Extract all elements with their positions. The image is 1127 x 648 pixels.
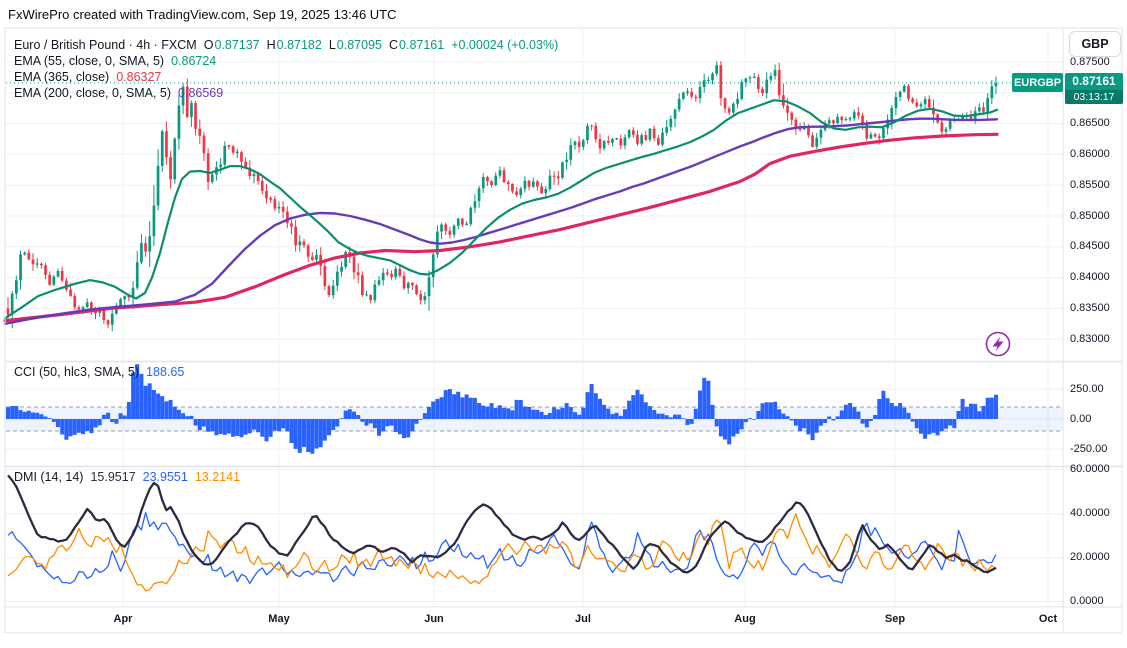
legend-dmi[interactable]: DMI (14, 14) 15.9517 23.9551 13.2141 [14, 470, 240, 484]
last-price-value: 0.87161 [1072, 73, 1116, 88]
dmi-plus-di-value: 23.9551 [142, 470, 188, 484]
dmi-axis-label: 20.0000 [1070, 551, 1110, 564]
dmi-axis-label: 40.0000 [1070, 507, 1110, 520]
legend-cci[interactable]: CCI (50, hlc3, SMA, 5) 188.65 [14, 365, 184, 379]
legend-ema365[interactable]: EMA (365, close) 0.86327 [14, 70, 161, 84]
cci-value: 188.65 [146, 365, 185, 379]
price-axis-label: 0.86000 [1070, 147, 1110, 160]
dmi-label: DMI (14, 14) [14, 470, 84, 484]
ema55-value: 0.86724 [171, 54, 217, 68]
dmi-axis-label: 60.0000 [1070, 463, 1110, 476]
bar-countdown: 03:13:17 [1065, 89, 1123, 104]
price-axis-label: 0.85000 [1070, 209, 1110, 222]
time-axis-label: Oct [1038, 613, 1058, 625]
dmi-minus-di-value: 13.2141 [194, 470, 241, 484]
legend-ema200[interactable]: EMA (200, close, 0, SMA, 5) 0.86569 [14, 86, 223, 100]
ohlc-close-value: 0.87161 [399, 38, 445, 52]
time-axis-label: Apr [113, 613, 133, 625]
currency-toggle-button[interactable]: GBP [1069, 31, 1121, 57]
dmi-adx-value: 15.9517 [90, 470, 136, 484]
ohlc-low-label: L [328, 38, 336, 52]
ohlc-open-label: O [203, 38, 214, 52]
cci-axis-label: 250.00 [1070, 382, 1104, 395]
ohlc-open-value: 0.87137 [214, 38, 260, 52]
dmi-axis-label: 0.0000 [1070, 595, 1104, 607]
ema55-label: EMA (55, close, 0, SMA, 5) [14, 54, 165, 68]
time-axis-label: May [268, 613, 290, 625]
ohlc-high-label: H [266, 38, 276, 52]
ohlc-low-value: 0.87095 [336, 38, 382, 52]
time-axis-label: Jun [424, 613, 444, 625]
last-price-box: 0.87161 03:13:17 [1065, 72, 1123, 104]
price-axis-label: 0.86500 [1070, 117, 1110, 130]
change-value: +0.00024 (+0.03%) [451, 38, 559, 52]
time-axis-label: Sep [884, 613, 906, 625]
price-axis-label: 0.83000 [1070, 332, 1110, 345]
cci-label: CCI (50, hlc3, SMA, 5) [14, 365, 140, 379]
ema200-label: EMA (200, close, 0, SMA, 5) [14, 86, 172, 100]
price-axis-label: 0.83500 [1070, 301, 1110, 314]
price-axis-label: 0.84000 [1070, 271, 1110, 284]
price-axis-label: 0.87500 [1070, 55, 1110, 68]
symbol-title: Euro / British Pound · 4h · FXCM [14, 38, 197, 52]
ohlc-close-label: C [388, 38, 399, 52]
legend-ema55[interactable]: EMA (55, close, 0, SMA, 5) 0.86724 [14, 54, 216, 68]
symbol-badge[interactable]: EURGBP [1012, 73, 1063, 93]
cci-axis-label: -250.00 [1070, 442, 1108, 455]
time-axis-label: Aug [734, 613, 756, 625]
ohlc-high-value: 0.87182 [276, 38, 322, 52]
ema365-value: 0.86327 [116, 70, 162, 84]
price-axis-label: 0.85500 [1070, 178, 1110, 191]
price-axis-label: 0.84500 [1070, 240, 1110, 253]
cci-axis-label: 0.00 [1070, 412, 1092, 425]
symbol-legend[interactable]: Euro / British Pound · 4h · FXCM O 0.8713… [14, 38, 558, 52]
ema365-label: EMA (365, close) [14, 70, 110, 84]
ema200-value: 0.86569 [178, 86, 224, 100]
lightning-icon[interactable] [985, 331, 1011, 357]
time-axis-label: Jul [575, 613, 591, 625]
